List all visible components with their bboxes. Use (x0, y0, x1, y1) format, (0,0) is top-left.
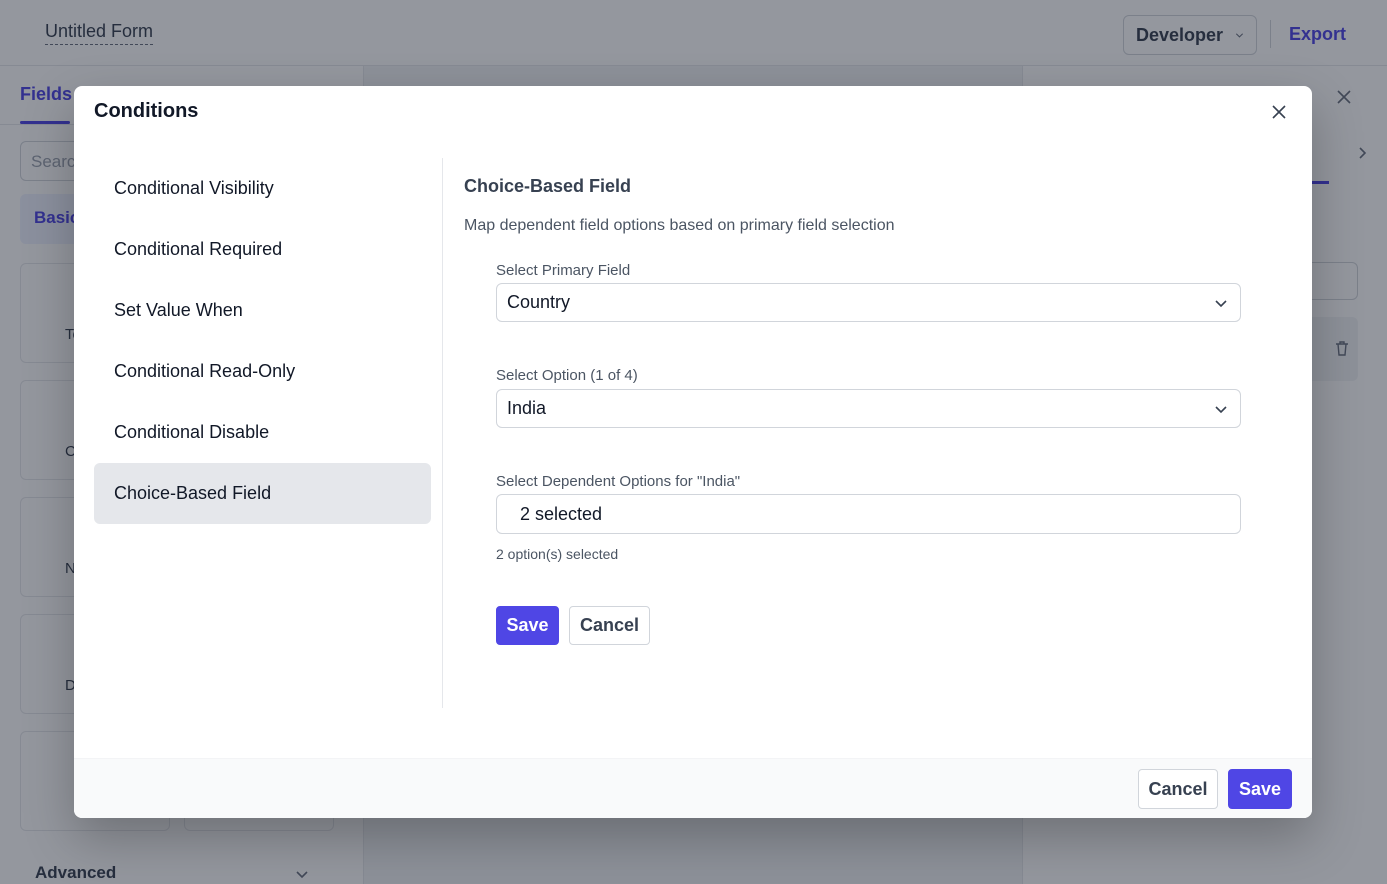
primary-field-select[interactable]: Country (496, 283, 1241, 322)
dependent-options-multiselect[interactable]: 2 selected (496, 494, 1241, 534)
modal-title: Conditions (94, 100, 199, 122)
save-button[interactable]: Save (496, 606, 559, 645)
nav-item-conditional-disable[interactable]: Conditional Disable (94, 402, 431, 463)
option-value: India (507, 398, 547, 418)
section-title: Choice-Based Field (464, 176, 632, 196)
dependent-options-label: Select Dependent Options for "India" (496, 473, 741, 490)
nav-item-conditional-visibility[interactable]: Conditional Visibility (94, 158, 431, 219)
divider (442, 158, 443, 708)
nav-item-conditional-read-only[interactable]: Conditional Read-Only (94, 341, 431, 402)
nav-item-conditional-required[interactable]: Conditional Required (94, 219, 431, 280)
conditions-modal: Conditions Conditional Visibility Condit… (74, 86, 1312, 818)
nav-item-set-value-when[interactable]: Set Value When (94, 280, 431, 341)
nav-item-choice-based-field[interactable]: Choice-Based Field (94, 463, 431, 524)
section-description: Map dependent field options based on pri… (464, 217, 895, 234)
option-select[interactable]: India (496, 389, 1241, 428)
option-label: Select Option (1 of 4) (496, 367, 638, 384)
dependent-options-value: 2 selected (520, 503, 603, 524)
footer-save-button[interactable]: Save (1228, 769, 1292, 809)
chevron-down-icon (1215, 406, 1227, 414)
primary-field-value: Country (507, 292, 571, 312)
conditions-nav: Conditional Visibility Conditional Requi… (94, 158, 431, 524)
close-icon[interactable] (1270, 103, 1288, 121)
primary-field-label: Select Primary Field (496, 262, 631, 279)
choice-based-content: Choice-Based Field Map dependent field o… (464, 176, 1264, 645)
chevron-down-icon (1215, 300, 1227, 308)
modal-footer: Cancel Save (74, 758, 1312, 818)
footer-cancel-button[interactable]: Cancel (1138, 769, 1218, 809)
dependent-options-helper: 2 option(s) selected (496, 546, 619, 562)
cancel-button[interactable]: Cancel (569, 606, 650, 645)
